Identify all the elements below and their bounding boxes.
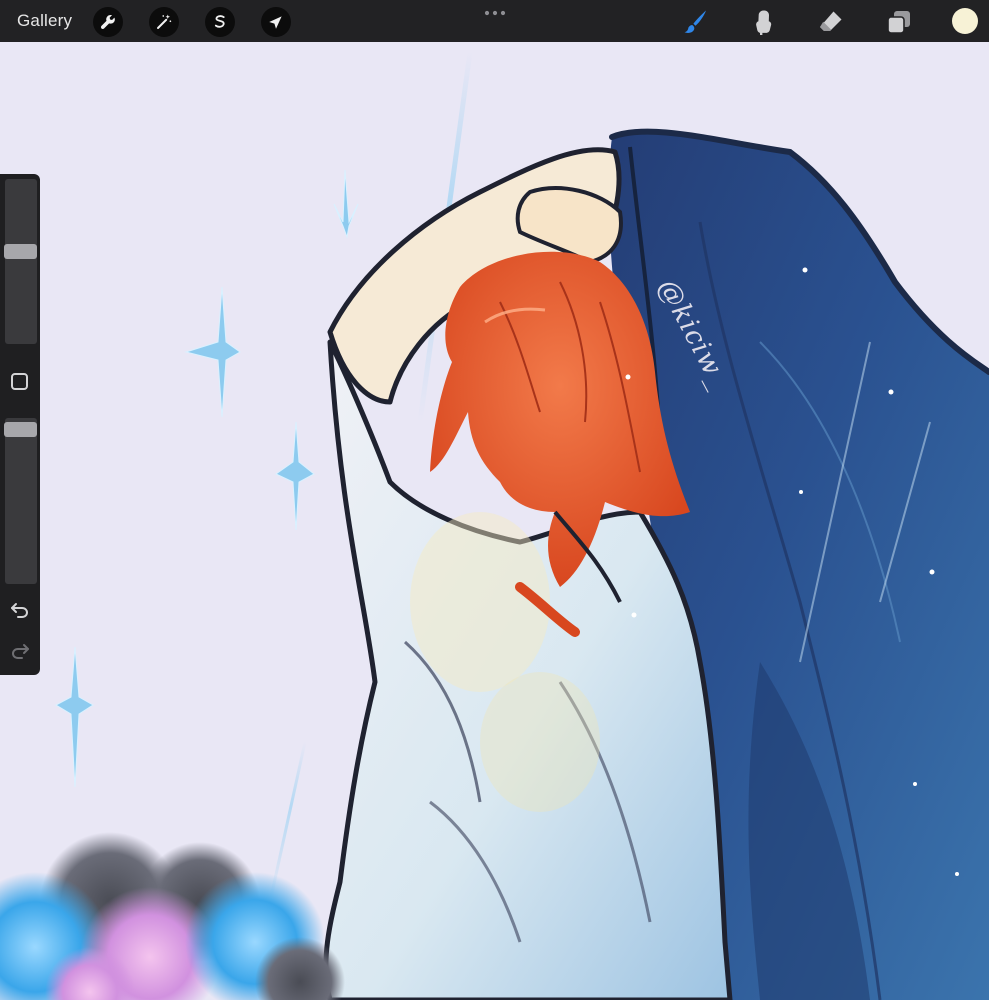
brush-icon: [684, 10, 706, 33]
brush-size-handle[interactable]: [4, 244, 37, 259]
eraser-icon: [820, 11, 842, 31]
opacity-slider[interactable]: [4, 418, 37, 584]
magic-wand-icon: [157, 14, 172, 29]
gallery-button[interactable]: Gallery: [17, 10, 72, 32]
transform-arrow-icon: [269, 16, 282, 29]
redo-arrow-icon[interactable]: [9, 639, 31, 661]
transform-button[interactable]: [261, 7, 291, 37]
adjustments-button[interactable]: [149, 7, 179, 37]
smudge-tool-button[interactable]: [748, 7, 778, 37]
drawing-canvas[interactable]: @kiciw_: [0, 42, 989, 1000]
erase-tool-button[interactable]: [816, 7, 846, 37]
wrench-icon: [100, 15, 115, 29]
artwork: [0, 42, 989, 1000]
top-toolbar: Gallery: [0, 0, 989, 42]
layers-icon: [887, 11, 910, 34]
procreate-app: Gallery @kiciw_: [0, 0, 989, 1000]
current-color-swatch[interactable]: [952, 8, 978, 34]
selection-s-icon: [214, 15, 225, 28]
smudge-icon: [756, 10, 772, 35]
layers-tool-button[interactable]: [884, 7, 914, 37]
brush-size-slider[interactable]: [4, 179, 37, 344]
more-dots-icon[interactable]: [482, 8, 508, 18]
actions-button[interactable]: [93, 7, 123, 37]
square-modify-icon[interactable]: [11, 373, 28, 390]
paint-tool-button[interactable]: [680, 7, 710, 37]
opacity-handle[interactable]: [4, 422, 37, 437]
undo-arrow-icon[interactable]: [9, 598, 31, 620]
selection-button[interactable]: [205, 7, 235, 37]
left-sidebar: [0, 174, 40, 675]
